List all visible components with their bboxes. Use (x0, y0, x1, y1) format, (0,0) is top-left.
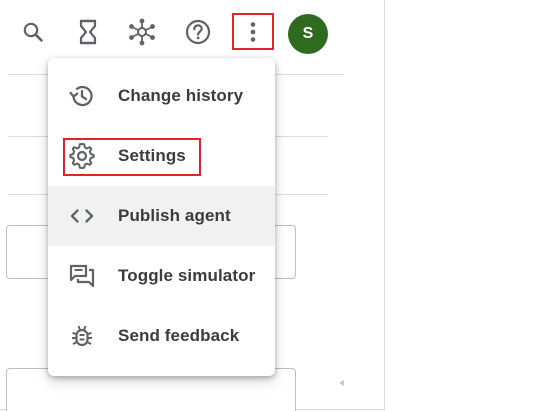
menu-item-publish-agent[interactable]: Publish agent (48, 186, 275, 246)
hourglass-button[interactable] (70, 14, 106, 50)
menu-item-label: Publish agent (118, 206, 231, 225)
hourglass-icon (76, 19, 100, 45)
bug-icon (68, 322, 96, 350)
chat-icon (68, 262, 96, 290)
menu-item-label: Send feedback (118, 326, 240, 345)
network-icon (127, 17, 157, 47)
help-button[interactable] (180, 14, 216, 50)
menu-item-settings[interactable]: Settings (48, 126, 275, 186)
network-button[interactable] (124, 14, 160, 50)
app-window: S Change history Settings Publish agent … (0, 0, 385, 411)
menu-item-label: Toggle simulator (118, 266, 256, 285)
menu-item-label: Change history (118, 86, 244, 105)
scroll-marker (339, 380, 344, 386)
more-vert-icon (249, 20, 257, 44)
menu-item-label: Settings (118, 146, 186, 165)
code-icon (68, 202, 96, 230)
avatar[interactable]: S (288, 14, 328, 54)
menu-item-toggle-simulator[interactable]: Toggle simulator (48, 246, 275, 306)
menu-item-send-feedback[interactable]: Send feedback (48, 306, 275, 366)
avatar-letter: S (302, 25, 314, 42)
help-icon (185, 19, 211, 45)
history-icon (68, 82, 96, 110)
menu-item-change-history[interactable]: Change history (48, 66, 275, 126)
settings-icon (68, 142, 96, 170)
more-options-button[interactable] (235, 14, 271, 50)
search-button[interactable] (15, 14, 51, 50)
screen: S Change history Settings Publish agent … (0, 0, 551, 411)
search-icon (21, 20, 45, 44)
overflow-menu: Change history Settings Publish agent To… (48, 58, 275, 376)
